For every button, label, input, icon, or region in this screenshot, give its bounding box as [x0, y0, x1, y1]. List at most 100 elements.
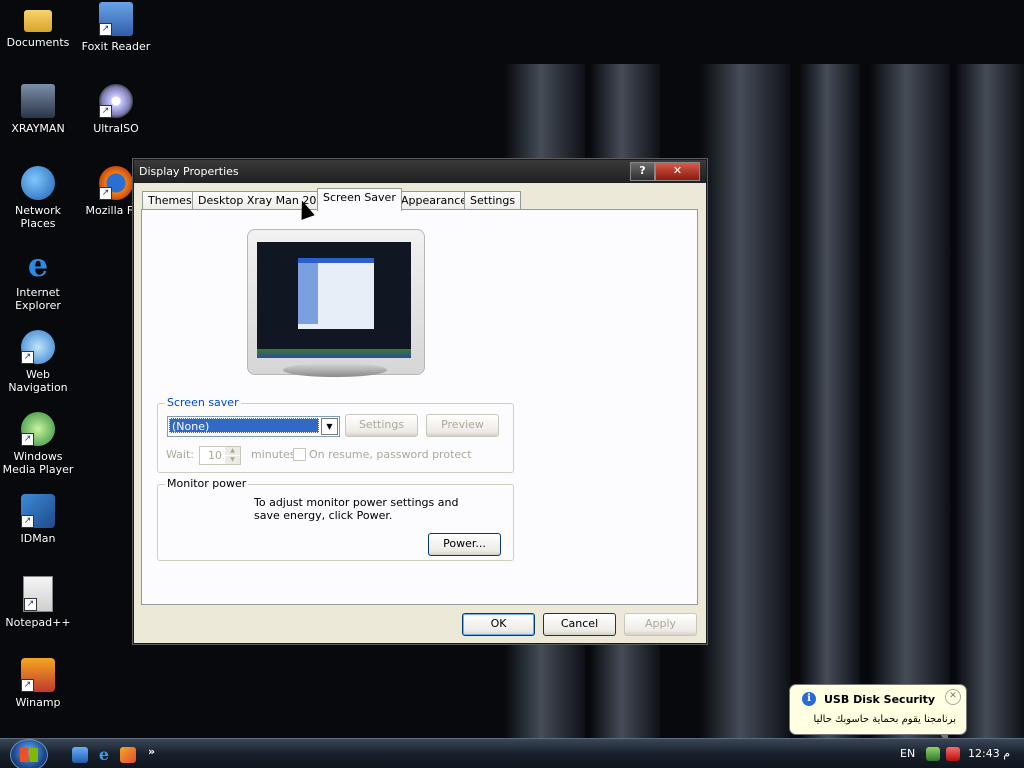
taskbar: e » EN 12:43 م	[0, 738, 1024, 768]
password-protect-label: On resume, password protect	[309, 448, 472, 461]
disc-icon: ↗	[99, 84, 133, 118]
desktop-icon-internet-explorer[interactable]: e Internet Explorer	[0, 248, 76, 312]
monitor-power-description: To adjust monitor power settings and sav…	[254, 496, 459, 522]
media-player-icon: ↗	[21, 412, 55, 446]
wait-value: 10	[208, 449, 222, 462]
tab-desktop[interactable]: Desktop Xray Man 2013	[192, 191, 337, 210]
screen-saver-group-label: Screen saver	[165, 396, 241, 409]
ok-button[interactable]: OK	[462, 613, 535, 636]
foxit-reader-icon: ↗	[99, 2, 133, 36]
spin-up-icon[interactable]: ▲	[225, 447, 240, 455]
folder-icon	[24, 10, 52, 32]
quicklaunch-more-button[interactable]: »	[148, 745, 155, 758]
foxit-reader-quicklaunch-icon[interactable]	[120, 747, 136, 763]
shortcut-arrow-icon: ↗	[21, 433, 34, 446]
desktop-icon-web-navigation[interactable]: ↗ Web Navigation	[0, 330, 76, 394]
preview-taskbar	[257, 349, 411, 358]
shortcut-arrow-icon: ↗	[24, 598, 37, 611]
start-button[interactable]	[10, 739, 48, 768]
shortcut-arrow-icon: ↗	[99, 105, 112, 118]
monitor-body	[247, 229, 425, 375]
tab-screen-saver[interactable]: Screen Saver	[317, 188, 402, 211]
info-icon: i	[802, 692, 816, 706]
desktop-icon-label: Winamp	[15, 696, 61, 709]
wallpaper-stripe	[700, 64, 790, 738]
desktop-icon-xrayman[interactable]: XRAYMAN	[0, 84, 76, 135]
wait-label: Wait:	[166, 448, 194, 461]
usb-disk-security-balloon[interactable]: i USB Disk Security ✕ برنامجنا يقوم بحما…	[789, 684, 967, 745]
shortcut-arrow-icon: ↗	[21, 679, 34, 692]
monitor-power-group-label: Monitor power	[165, 477, 249, 490]
firefox-icon: ↗	[99, 166, 133, 200]
windows-logo-icon	[20, 748, 38, 762]
shortcut-arrow-icon: ↗	[21, 351, 34, 364]
minutes-label: minutes	[251, 448, 296, 461]
apply-button[interactable]: Apply	[624, 613, 697, 636]
desktop-icon-ultraiso[interactable]: ↗ UltraISO	[78, 84, 154, 135]
monitor-stand	[283, 363, 387, 377]
balloon-title: USB Disk Security	[824, 693, 936, 706]
desktop-icon-windows-media-player[interactable]: ↗ Windows Media Player	[0, 412, 76, 476]
chevron-down-icon[interactable]: ▼	[321, 418, 338, 435]
language-indicator[interactable]: EN	[900, 747, 915, 760]
desktop-icon-documents[interactable]: Documents	[0, 2, 76, 49]
cancel-button[interactable]: Cancel	[543, 613, 616, 636]
desktop-icon-label: Windows Media Player	[2, 450, 74, 476]
desktop-icon-label: Internet Explorer	[15, 286, 61, 312]
desktop-icon-label: IDMan	[20, 532, 56, 545]
wallpaper-stripe	[800, 64, 860, 738]
internet-explorer-icon[interactable]: e	[96, 747, 112, 763]
shortcut-arrow-icon: ↗	[99, 23, 112, 36]
desktop-icon-label: Documents	[6, 36, 70, 49]
preview-button[interactable]: Preview	[426, 414, 499, 437]
balloon-message: برنامجنا يقوم بحماية حاسوبك حاليا	[813, 714, 956, 725]
monitor-preview	[247, 229, 425, 379]
wait-stepper[interactable]: 10 ▲ ▼	[199, 446, 241, 465]
desktop-icon-label: Foxit Reader	[81, 40, 151, 53]
spin-down-icon[interactable]: ▼	[225, 456, 240, 464]
notepad-icon: ↗	[23, 576, 53, 612]
desktop-icon-label: Network Places	[15, 204, 61, 230]
power-button[interactable]: Power...	[428, 533, 501, 556]
screen-saver-group: Screen saver (None) ▼ Settings Preview W…	[157, 396, 514, 473]
close-button[interactable]: ✕	[655, 162, 700, 181]
screen-saver-panel: Screen saver (None) ▼ Settings Preview W…	[141, 209, 698, 605]
shortcut-arrow-icon: ↗	[99, 187, 112, 200]
clock[interactable]: 12:43 م	[968, 747, 1010, 760]
screen-saver-dropdown[interactable]: (None) ▼	[167, 416, 340, 437]
show-desktop-icon[interactable]	[72, 747, 88, 763]
tab-appearance[interactable]: Appearance	[395, 191, 474, 210]
desktop-icon-label: UltraISO	[93, 122, 139, 135]
preview-window	[298, 258, 374, 329]
screen-saver-selected: (None)	[169, 418, 319, 433]
desktop-icon-network-places[interactable]: Network Places	[0, 166, 76, 230]
display-properties-dialog: Display Properties ? ✕ Themes Desktop Xr…	[133, 159, 707, 644]
settings-button[interactable]: Settings	[345, 414, 418, 437]
wallpaper-stripe	[870, 64, 950, 738]
winamp-icon: ↗	[21, 658, 55, 692]
desktop-icon-winamp[interactable]: ↗ Winamp	[0, 658, 76, 709]
desktop-icon-label: Notepad++	[5, 616, 71, 629]
dialog-title: Display Properties	[139, 165, 239, 178]
password-protect-checkbox[interactable]	[293, 448, 306, 461]
usb-security-tray-icon[interactable]	[946, 747, 960, 761]
monitor-power-group: Monitor power To adjust monitor power se…	[157, 477, 514, 561]
desktop-icon-idman[interactable]: ↗ IDMan	[0, 494, 76, 545]
tab-settings[interactable]: Settings	[464, 191, 522, 210]
close-icon[interactable]: ✕	[945, 689, 961, 705]
desktop-icon-notepad-plus-plus[interactable]: ↗ Notepad++	[0, 576, 76, 629]
desktop-icon-foxit-reader[interactable]: ↗ Foxit Reader	[78, 2, 154, 53]
desktop-icon-label: XRAYMAN	[11, 122, 65, 135]
dialog-titlebar[interactable]: Display Properties ? ✕	[134, 160, 706, 183]
help-button[interactable]: ?	[630, 162, 655, 181]
computer-icon	[21, 84, 55, 118]
web-navigation-icon: ↗	[21, 330, 55, 364]
network-icon	[21, 166, 55, 200]
monitor-screen	[257, 242, 411, 358]
tab-themes[interactable]: Themes	[142, 191, 198, 210]
desktop-icon-label: Web Navigation	[8, 368, 68, 394]
network-tray-icon[interactable]	[926, 747, 940, 761]
wallpaper-stripe	[955, 64, 1024, 738]
shortcut-arrow-icon: ↗	[21, 515, 34, 528]
internet-explorer-icon: e	[27, 246, 49, 284]
